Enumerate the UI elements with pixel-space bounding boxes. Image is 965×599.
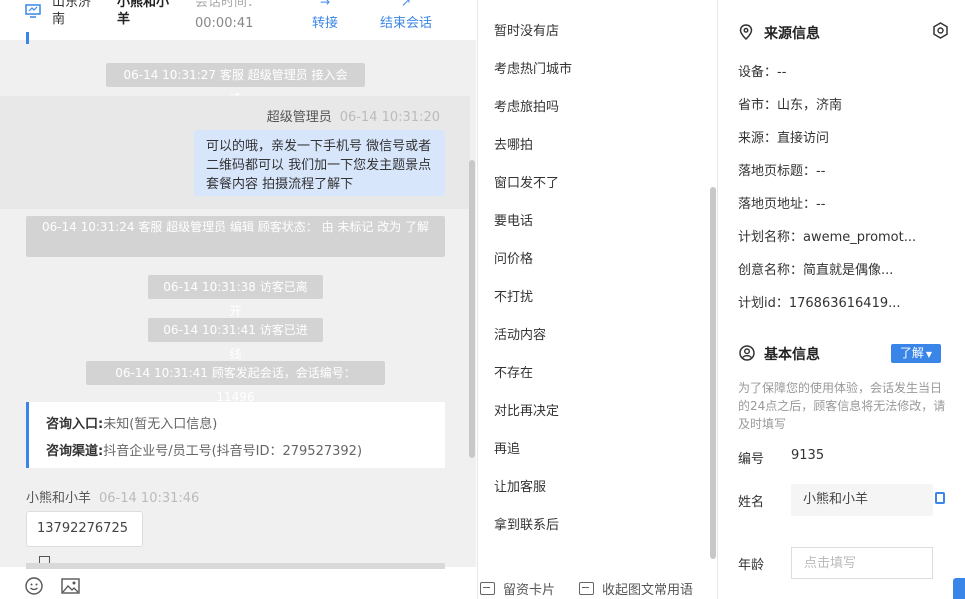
session-time-label: 会话时间： (195, 0, 261, 10)
chat-header: 山东济南 小熊和小羊 会话时间： 00:00:41 → 转接 ↗ 结束会话 (0, 0, 476, 40)
transfer-label: 转接 (312, 16, 339, 31)
image-icon[interactable] (61, 578, 80, 594)
message-edge (26, 563, 445, 569)
system-message: 06-14 10:31:27 客服 超级管理员 接入会话 (106, 63, 365, 106)
phrase-item[interactable]: 不打扰 (494, 288, 533, 308)
floating-button[interactable] (953, 578, 965, 599)
landing-title-field: 落地页标题：-- (738, 164, 826, 179)
phrase-item[interactable]: 考虑旅拍吗 (494, 98, 559, 118)
system-message: 06-14 10:31:41 访客已进线 (148, 318, 323, 361)
channel-value: 抖音企业号/员工号(抖音号ID：279527392) (103, 444, 363, 459)
phrase-item[interactable]: 窗口发不了 (494, 174, 559, 194)
copy-icon[interactable] (935, 492, 945, 504)
monitor-icon (25, 4, 41, 18)
entry-label: 咨询入口: (46, 417, 104, 432)
phrase-item[interactable]: 去哪拍 (494, 136, 533, 156)
visitor-info-panel: 来源信息 设备：-- 省市：山东，济南 来源：直接访问 落地页标题：-- 落地页… (717, 0, 965, 599)
transfer-icon: → (319, 0, 331, 9)
channel-label: 咨询渠道: (46, 444, 104, 459)
message-icon (579, 582, 594, 595)
landing-url-field: 落地页地址：-- (738, 197, 826, 212)
device-field: 设备：-- (738, 65, 787, 80)
customer-time: 06-14 10:31:46 (99, 491, 200, 506)
chat-scrollbar[interactable] (469, 160, 475, 458)
phrase-item[interactable]: 问价格 (494, 250, 533, 270)
phrase-scrollbar[interactable] (710, 187, 716, 559)
phrase-item[interactable]: 要电话 (494, 212, 533, 232)
caret-down-icon: ▼ (925, 350, 933, 359)
quick-phrase-panel: 暂时没有店 考虑热门城市 考虑旅拍吗 去哪拍 窗口发不了 要电话 问价格 不打扰… (477, 0, 718, 599)
emoji-icon[interactable] (25, 577, 43, 595)
exit-icon: ↗ (400, 0, 412, 9)
phrase-item[interactable]: 不存在 (494, 364, 533, 384)
source-info-title: 来源信息 (764, 26, 820, 42)
phrase-item[interactable]: 对比再决定 (494, 402, 559, 422)
creative-name-field: 创意名称：简直就是偶像... (738, 263, 894, 278)
transfer-button[interactable]: → 转接 (312, 0, 338, 31)
id-label: 编号 (738, 452, 765, 467)
visitor-location: 山东济南 (52, 0, 92, 27)
agent-message-bubble: 可以的哦，亲发一下手机号 微信号或者二维码都可以 我们加一下您发主题景点套餐内容… (194, 130, 445, 196)
id-value: 9135 (791, 448, 825, 463)
status-dropdown[interactable]: 了解 ▼ (891, 344, 941, 363)
province-city-field: 省市：山东，济南 (738, 98, 843, 113)
system-message: 06-14 10:31:38 访客已离开 (148, 275, 323, 318)
source-field: 来源：直接访问 (738, 131, 830, 146)
chat-panel: 山东济南 小熊和小羊 会话时间： 00:00:41 → 转接 ↗ 结束会话 06… (0, 0, 476, 599)
settings-icon[interactable] (932, 22, 949, 39)
end-chat-button[interactable]: ↗ 结束会话 (380, 0, 432, 31)
customer-meta: 小熊和小羊 06-14 10:31:46 (26, 487, 199, 506)
system-message: 06-14 10:31:41 顾客发起会话，会话编号：11496 (86, 361, 385, 404)
phrase-item[interactable]: 暂时没有店 (494, 22, 559, 42)
visitor-name: 小熊和小羊 (117, 0, 170, 27)
phrase-item[interactable]: 考虑热门城市 (494, 60, 572, 80)
end-chat-label: 结束会话 (380, 16, 433, 31)
consult-info-card: 咨询入口:未知(暂无入口信息) 咨询渠道:抖音企业号/员工号(抖音号ID：279… (26, 402, 445, 468)
collapse-phrases-label: 收起图文常用语 (602, 583, 694, 598)
name-label: 姓名 (738, 495, 765, 510)
lead-card-button[interactable]: 留资卡片 (480, 582, 555, 599)
collapse-phrases-button[interactable]: 收起图文常用语 (579, 582, 693, 599)
customer-phone: 13792276725 (37, 521, 128, 536)
agent-meta: 超级管理员 06-14 10:31:20 (267, 106, 440, 125)
agent-message-row: 超级管理员 06-14 10:31:20 可以的哦，亲发一下手机号 微信号或者二维… (0, 96, 470, 209)
status-value: 了解 (899, 346, 924, 360)
phrase-item[interactable]: 再追 (494, 440, 520, 460)
phrase-item[interactable]: 拿到联系后 (494, 516, 559, 536)
plan-id-field: 计划id：176863616419... (738, 296, 901, 311)
plan-name-field: 计划名称：aweme_promot... (738, 230, 917, 245)
edit-tip: 为了保障您的使用体验，会话发生当日的24点之后，顾客信息将无法修改，请及时填写 (738, 381, 946, 431)
card-icon (480, 582, 495, 595)
age-label: 年龄 (738, 558, 765, 573)
age-input[interactable] (791, 547, 933, 579)
basic-info-title: 基本信息 (764, 347, 820, 363)
name-field[interactable]: 小熊和小羊 (791, 484, 933, 516)
customer-name: 小熊和小羊 (26, 491, 92, 506)
user-icon (739, 345, 755, 361)
location-pin-icon (739, 24, 753, 40)
system-message: 06-14 10:31:24 客服 超级管理员 编辑 顾客状态： 由 未标记 改… (26, 216, 445, 257)
agent-time: 06-14 10:31:20 (339, 110, 440, 125)
session-time: 00:00:41 (195, 16, 254, 31)
entry-value: 未知(暂无入口信息) (103, 417, 218, 432)
customer-message-bubble[interactable]: 13792276725 (26, 511, 143, 567)
phrase-item[interactable]: 让加客服 (494, 478, 546, 498)
message-edge (26, 32, 29, 44)
agent-name: 超级管理员 (266, 110, 332, 125)
lead-card-label: 留资卡片 (503, 583, 556, 598)
phrase-item[interactable]: 活动内容 (494, 326, 546, 346)
